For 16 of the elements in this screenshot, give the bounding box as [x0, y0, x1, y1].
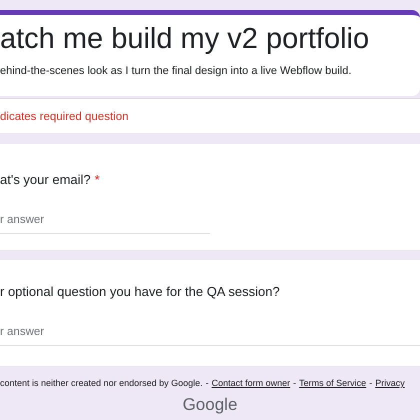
answer-field[interactable]: r answer — [0, 212, 210, 234]
footer-link[interactable]: Privacy — [375, 377, 405, 390]
footer-link[interactable]: Contact form owner — [212, 377, 290, 390]
separator: - — [293, 377, 296, 390]
form-description: ehind-the-scenes look as I turn the final design into a live Webflow build. — [0, 64, 352, 80]
separator: - — [206, 377, 209, 390]
question-label: at's your email? — [0, 171, 91, 189]
disclaimer-text: content is neither created nor endorsed by Google. — [0, 377, 203, 390]
required-notice: dicates required question — [0, 110, 130, 125]
google-logo: Google — [182, 396, 238, 412]
question-label: r optional question you have for the QA session? — [0, 283, 280, 301]
form-title: atch me build my v2 portfolio — [0, 22, 370, 57]
footer-link[interactable]: Terms of Service — [299, 377, 366, 390]
answer-field[interactable]: r answer — [0, 324, 420, 346]
required-asterisk: * — [94, 171, 100, 189]
separator: - — [369, 377, 372, 390]
